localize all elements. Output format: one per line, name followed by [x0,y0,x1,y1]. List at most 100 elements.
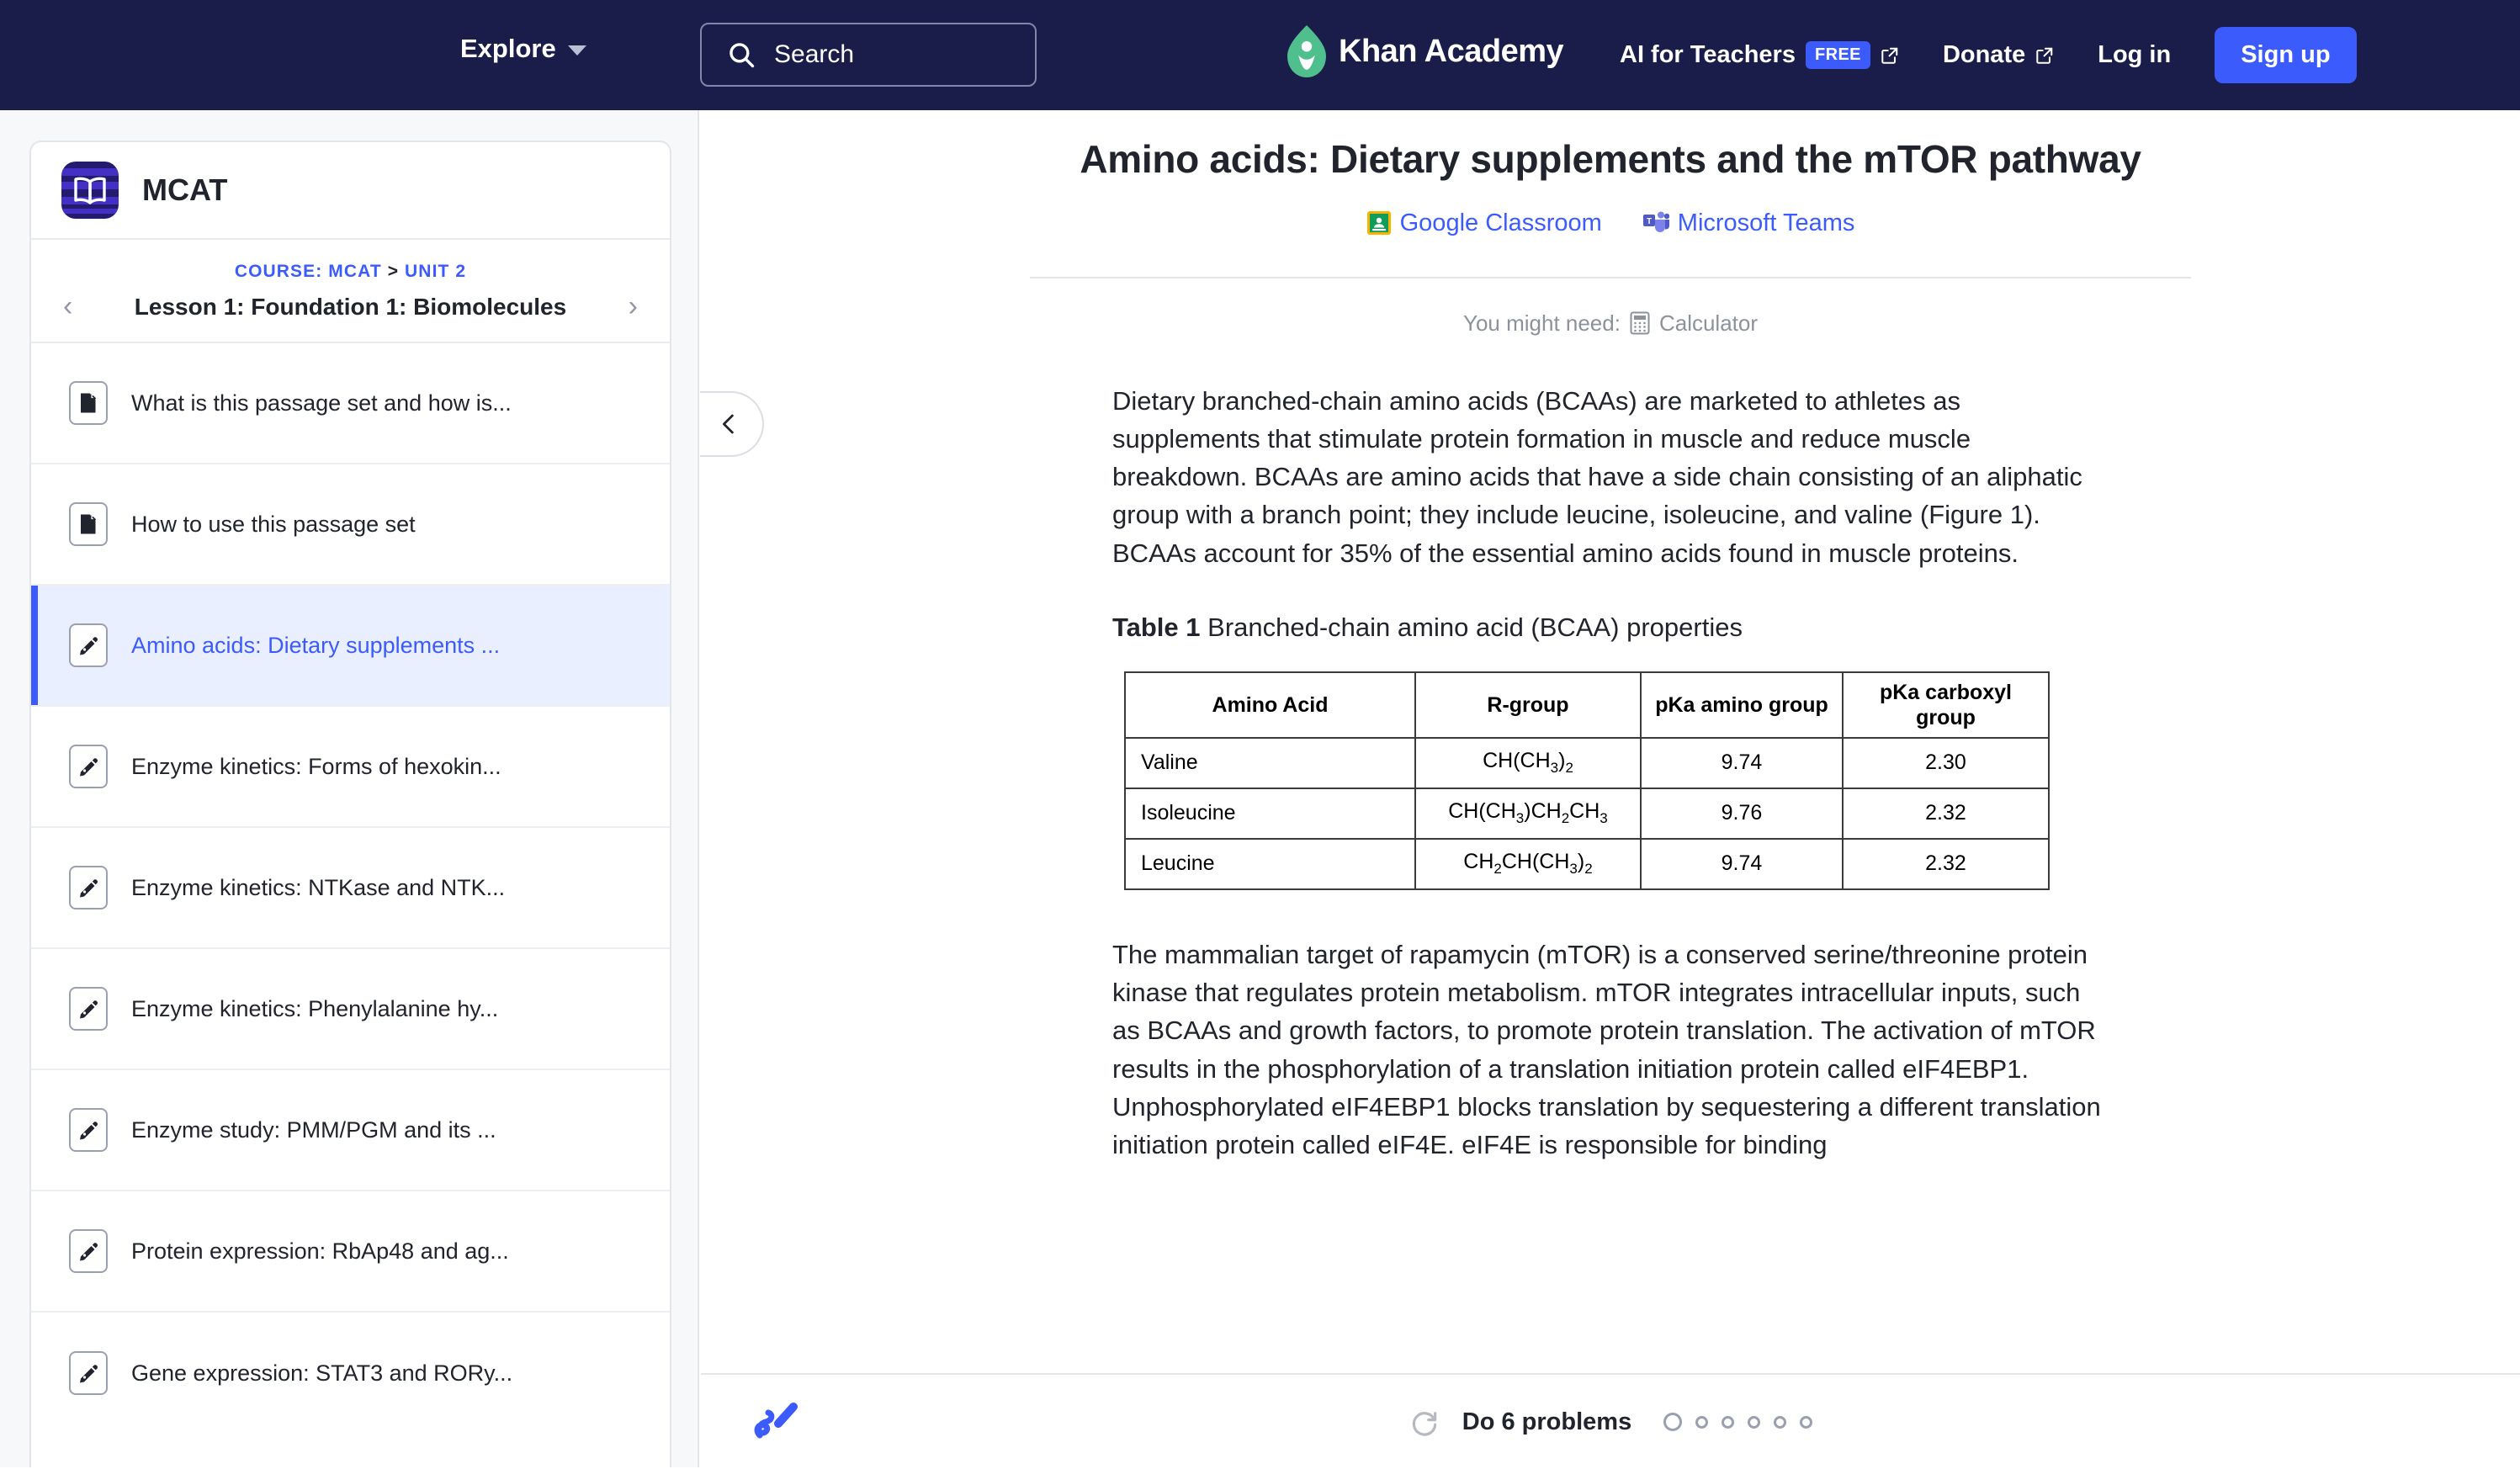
table-column-header: Amino Acid [1124,671,1416,739]
problem-dot[interactable] [1722,1415,1735,1429]
sidebar-card: MCAT COURSE: MCAT > UNIT 2 ‹ Lesson 1: F… [29,141,671,1467]
cell-pka-carboxyl: 2.32 [1842,787,2050,840]
next-lesson-icon[interactable]: › [629,290,638,323]
sidebar-item[interactable]: Enzyme kinetics: Phenylalanine hy... [31,949,670,1070]
chevron-down-icon [567,45,586,56]
google-classroom-link[interactable]: Google Classroom [1366,209,1602,237]
article-icon [69,502,108,546]
donate-link[interactable]: Donate [1943,41,2054,69]
sidebar-item-label: What is this passage set and how is... [131,390,512,416]
microsoft-teams-link[interactable]: T Microsoft Teams [1642,209,1855,237]
problem-dot[interactable] [1800,1415,1813,1429]
sidebar-item-label: Enzyme kinetics: Phenylalanine hy... [131,995,499,1021]
collapse-sidebar-button[interactable] [700,391,764,457]
course-title: MCAT [142,172,228,207]
table-row: Valine CH(CH3)2 9.74 2.30 [1124,736,2050,789]
pencil-glyph [80,879,98,898]
problem-dot[interactable] [1748,1415,1761,1429]
microsoft-teams-label: Microsoft Teams [1677,209,1855,236]
page-body: MCAT COURSE: MCAT > UNIT 2 ‹ Lesson 1: F… [0,110,2520,1467]
table-column-header: R-group [1414,671,1642,739]
table-row: Isoleucine CH(CH3)CH2CH3 9.76 2.32 [1124,787,2050,840]
paragraph-two: The mammalian target of rapamycin (mTOR)… [1112,939,2101,1159]
explore-label: Explore [460,34,556,63]
problem-dot[interactable] [1663,1413,1683,1431]
exercise-icon [69,987,108,1031]
sidebar-item[interactable]: Gene expression: STAT3 and RORy... [31,1313,670,1434]
might-need-label: You might need: [1462,310,1621,336]
breadcrumb-separator: > [387,262,400,281]
cell-amino-acid: Valine [1124,736,1416,789]
course-sidebar: MCAT COURSE: MCAT > UNIT 2 ‹ Lesson 1: F… [0,110,699,1467]
sidebar-item-label: Gene expression: STAT3 and RORy... [131,1360,513,1386]
table-label: Table 1 [1112,612,1201,642]
do-problems-label[interactable]: Do 6 problems [1462,1408,1631,1436]
top-navigation-bar: Explore Search Khan Academy AI for Teach… [0,0,2520,110]
search-input[interactable]: Search [700,23,1037,87]
cell-pka-amino: 9.74 [1640,736,1844,789]
course-header[interactable]: MCAT [31,142,670,240]
table-column-header: pKa carboxyl group [1842,671,2050,739]
cell-amino-acid: Leucine [1124,837,1416,890]
pencil-glyph [80,637,98,655]
bcaa-properties-table: Amino Acid R-group pKa amino group pKa carb… [1124,671,2050,890]
sidebar-item-label: Enzyme study: PMM/PGM and its ... [131,1116,496,1143]
cell-pka-carboxyl: 2.32 [1842,837,2050,890]
exercise-icon [69,1229,108,1273]
microsoft-teams-icon: T [1642,211,1669,232]
problem-dots [1663,1413,1813,1431]
pencil-glyph [80,1243,98,1261]
sidebar-item[interactable]: Enzyme kinetics: Forms of hexokin... [31,707,670,828]
page-title: Amino acids: Dietary supplements and the… [1080,137,2141,181]
cell-pka-amino: 9.76 [1640,787,1844,840]
sidebar-item-label: Amino acids: Dietary supplements ... [131,632,501,658]
sidebar-item[interactable]: Protein expression: RbAp48 and ag... [31,1191,670,1313]
ai-for-teachers-link[interactable]: AI for Teachers FREE [1620,41,1899,69]
pencil-glyph [80,1122,98,1140]
lesson-navigator: ‹ Lesson 1: Foundation 1: Biomolecules › [31,290,670,323]
signup-button[interactable]: Sign up [2215,27,2357,83]
cell-amino-acid: Isoleucine [1124,787,1416,840]
open-book-icon [74,177,106,204]
khan-academy-logo[interactable]: Khan Academy [1287,25,1564,77]
brand-name: Khan Academy [1339,33,1564,69]
sidebar-item[interactable]: What is this passage set and how is... [31,343,670,464]
login-link[interactable]: Log in [2098,41,2171,69]
external-link-icon [1881,47,1898,64]
article-content: Amino acids: Dietary supplements and the… [701,110,2520,1373]
problem-progress: Do 6 problems [701,1375,2520,1469]
cell-pka-amino: 9.74 [1640,837,1844,890]
external-link-icon [2036,47,2053,64]
khan-leaf-icon [1287,25,1326,77]
previous-lesson-icon[interactable]: ‹ [63,290,72,323]
sidebar-item-label: Enzyme kinetics: Forms of hexokin... [131,753,501,779]
pencil-glyph [80,1365,98,1383]
table-column-header: pKa amino group [1640,671,1844,739]
exercise-icon [69,745,108,788]
calculator-label[interactable]: Calculator [1659,310,1758,337]
sidebar-item-label: Enzyme kinetics: NTKase and NTK... [131,874,506,900]
refresh-icon[interactable] [1409,1406,1440,1438]
login-label: Log in [2098,41,2172,68]
cell-r-group: CH(CH3)CH2CH3 [1414,787,1642,840]
search-placeholder-text: Search [774,40,855,68]
table-caption-text: Branched-chain amino acid (BCAA) propert… [1207,612,1743,642]
problem-dot[interactable] [1774,1415,1787,1429]
sidebar-item[interactable]: Enzyme study: PMM/PGM and its ... [31,1070,670,1191]
cell-pka-carboxyl: 2.30 [1842,736,2050,789]
explore-menu[interactable]: Explore [460,34,586,64]
breadcrumb-unit[interactable]: UNIT 2 [405,262,466,281]
table-header-row: Amino Acid R-group pKa amino group pKa carb… [1124,671,2050,739]
table-caption: Table 1 Branched-chain amino acid (BCAA)… [1112,613,2191,643]
sidebar-item-label: Protein expression: RbAp48 and ag... [131,1238,509,1264]
exercise-icon [69,866,108,910]
exercise-footer-bar: Do 6 problems [701,1373,2520,1467]
exercise-icon [69,1351,108,1395]
breadcrumb-course[interactable]: COURSE: MCAT [235,262,382,281]
table-row: Leucine CH2CH(CH3)2 9.74 2.32 [1124,837,2050,890]
problem-dot[interactable] [1695,1415,1709,1429]
sidebar-item[interactable]: Enzyme kinetics: NTKase and NTK... [31,828,670,949]
calculator-hint: You might need: Calculator [1030,310,2191,337]
sidebar-item[interactable]: Amino acids: Dietary supplements ... [31,586,670,707]
sidebar-item[interactable]: How to use this passage set [31,464,670,586]
